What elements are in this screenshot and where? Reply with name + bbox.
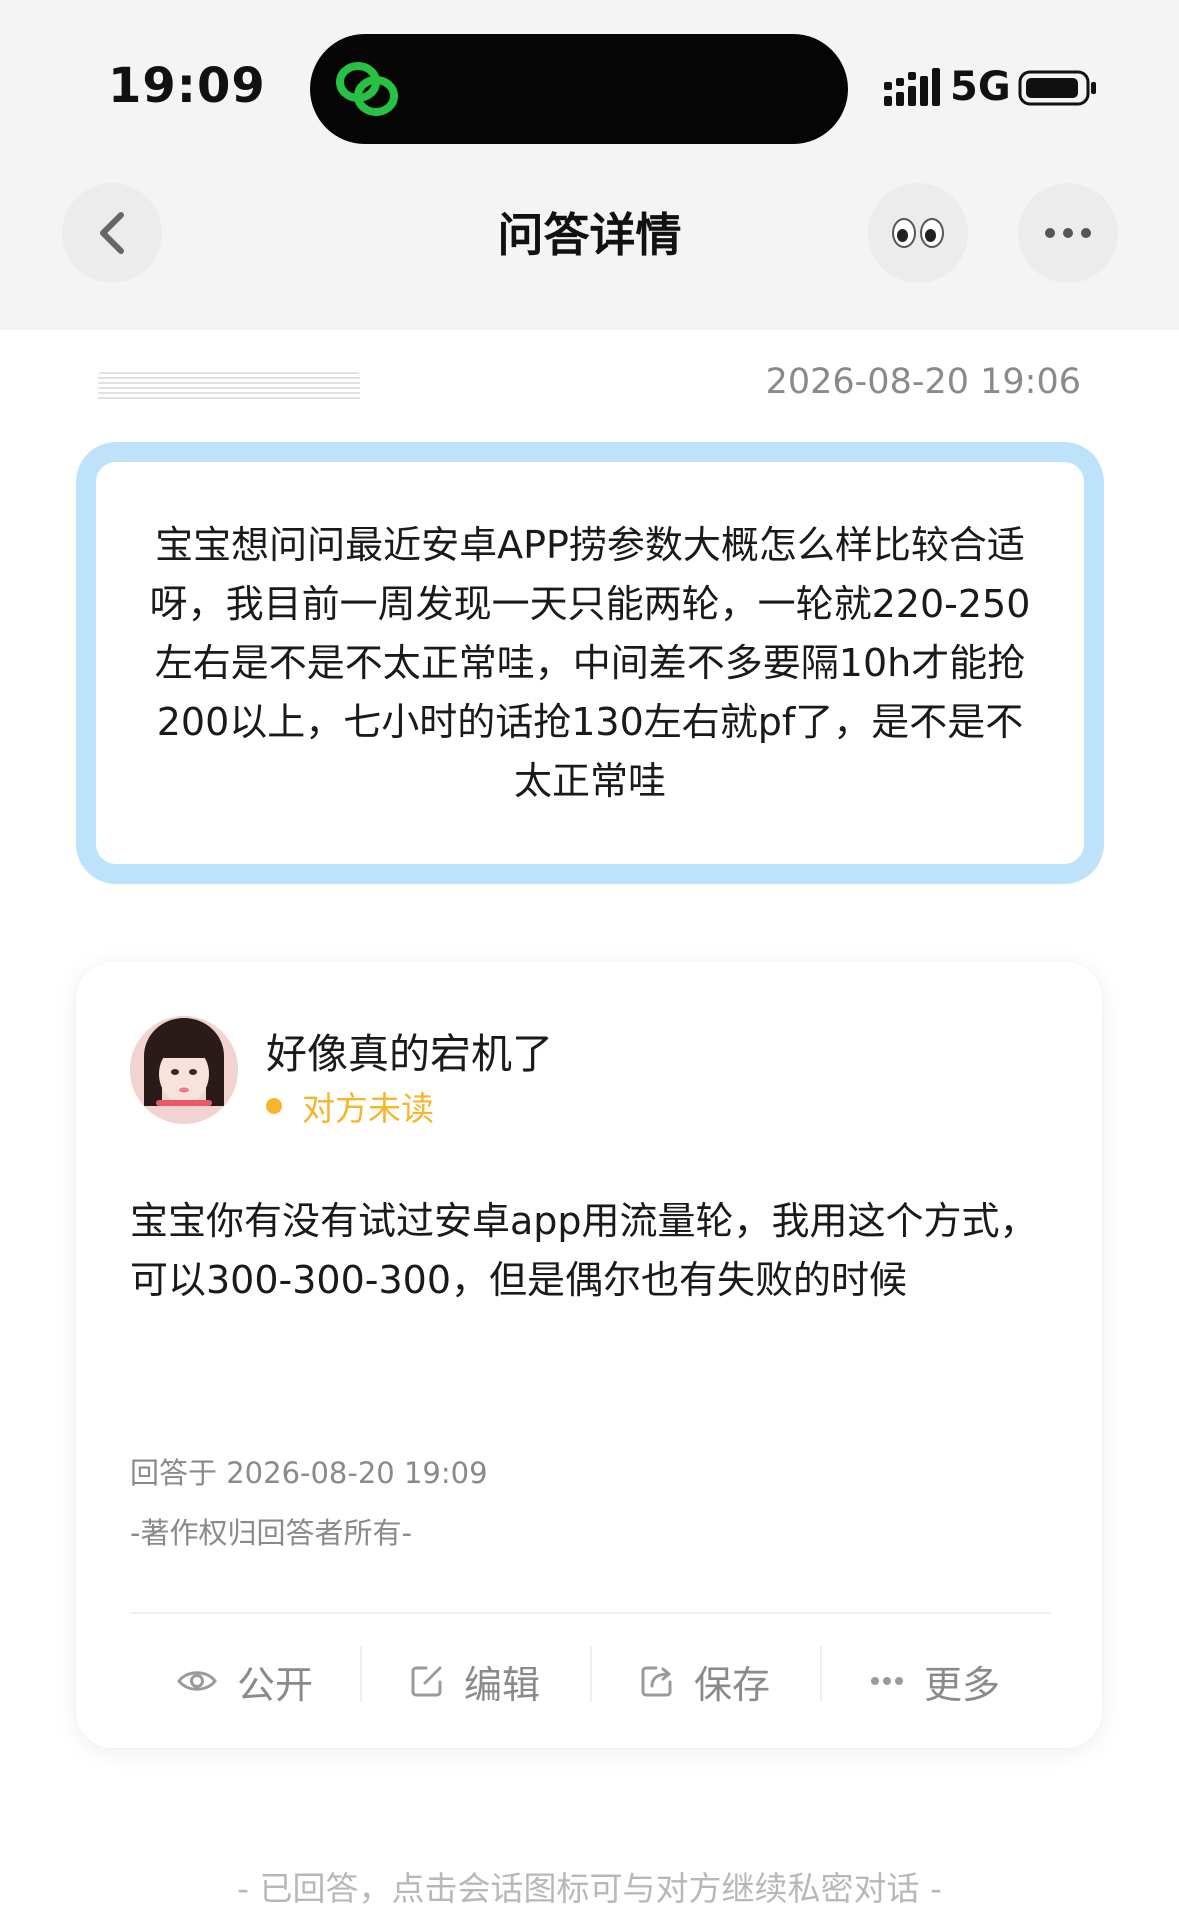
eyes-button[interactable]	[868, 183, 968, 283]
action-bar: 公开 编辑 保存 更多	[130, 1614, 1050, 1748]
avatar[interactable]	[130, 1016, 238, 1124]
signal-icon	[884, 68, 940, 106]
save-label: 保存	[693, 1662, 770, 1707]
answer-text: 宝宝你有没有试过安卓app用流量轮，我用这个方式，可以300-300-300，但…	[130, 1199, 1038, 1302]
eyes-emoji-icon	[892, 218, 944, 248]
public-button[interactable]: 公开	[130, 1654, 360, 1709]
more-dots-icon	[870, 1677, 903, 1685]
share-save-icon	[641, 1666, 672, 1697]
network-type: 5G	[950, 64, 1011, 110]
edit-label: 编辑	[463, 1662, 540, 1707]
question-time: 2026-08-20 19:06	[765, 362, 1081, 402]
answer-card: 好像真的宕机了 对方未读 宝宝你有没有试过安卓app用流量轮，我用这个方式，可以…	[76, 962, 1102, 1748]
more-button[interactable]	[1018, 183, 1118, 283]
edit-icon	[411, 1666, 442, 1697]
footer-hint: - 已回答，点击会话图标可与对方继续私密对话 -	[237, 1869, 942, 1908]
more-label: 更多	[923, 1662, 1000, 1707]
eye-icon	[177, 1671, 217, 1691]
nav-bar: 问答详情	[0, 175, 1179, 285]
more-dots-icon	[1045, 228, 1091, 238]
save-button[interactable]: 保存	[590, 1645, 820, 1709]
header-area: 19:09 5G 问答详情	[0, 0, 1179, 330]
more-actions-button[interactable]: 更多	[820, 1645, 1050, 1709]
qa-detail-page: 19:09 5G 问答详情 2026-08-20 19:06 宝宝想问问最近安卓…	[0, 0, 1179, 1926]
read-status-text: 对方未读	[302, 1089, 434, 1128]
question-card: 宝宝想问问最近安卓APP捞参数大概怎么样比较合适呀，我目前一周发现一天只能两轮，…	[76, 442, 1104, 884]
avatar-image	[130, 1016, 238, 1124]
status-time: 19:09	[108, 58, 266, 114]
dynamic-island	[310, 34, 848, 144]
page-title: 问答详情	[497, 208, 682, 262]
asker-name-blurred	[98, 372, 360, 402]
read-status: 对方未读	[266, 1082, 434, 1130]
copyright-note: -著作权归回答者所有-	[130, 1516, 412, 1550]
public-label: 公开	[236, 1662, 313, 1707]
answerer-name: 好像真的宕机了	[266, 1030, 553, 1078]
battery-icon	[1018, 70, 1096, 106]
question-text: 宝宝想问问最近安卓APP捞参数大概怎么样比较合适呀，我目前一周发现一天只能两轮，…	[149, 522, 1031, 803]
link-icon[interactable]	[332, 56, 402, 122]
answered-at: 回答于 2026-08-20 19:09	[130, 1456, 488, 1490]
status-dot-icon	[266, 1098, 282, 1114]
edit-button[interactable]: 编辑	[360, 1645, 590, 1709]
status-bar: 19:09 5G	[0, 0, 1179, 160]
